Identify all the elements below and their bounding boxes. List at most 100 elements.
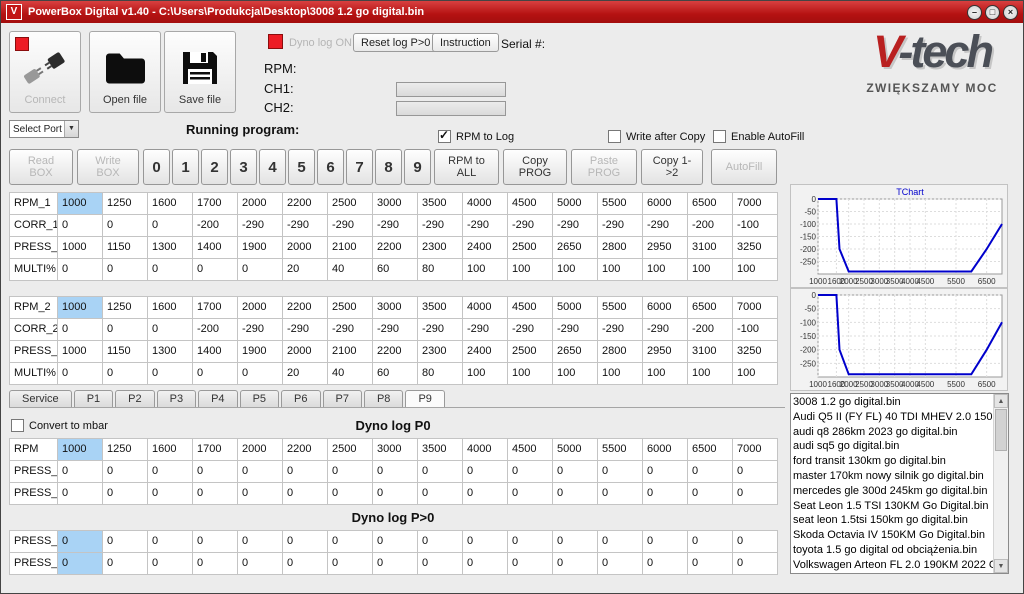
table-cell[interactable]: 0	[103, 553, 148, 575]
program-number-button-1[interactable]: 1	[172, 149, 199, 185]
program-number-button-3[interactable]: 3	[230, 149, 257, 185]
table-cell[interactable]: 2000	[283, 237, 328, 259]
table-cell[interactable]: 0	[148, 319, 193, 341]
table-cell[interactable]: 0	[373, 531, 418, 553]
table-cell[interactable]: 2100	[328, 237, 373, 259]
table-cell[interactable]: 4500	[508, 439, 553, 461]
table-cell[interactable]: 0	[598, 553, 643, 575]
table-cell[interactable]: 0	[418, 483, 463, 505]
table-cell[interactable]: 7000	[733, 193, 778, 215]
table-cell[interactable]: 2200	[283, 297, 328, 319]
save-file-button[interactable]: Save file	[164, 31, 236, 113]
table-cell[interactable]: 0	[283, 461, 328, 483]
table-cell[interactable]: 60	[373, 363, 418, 385]
table-cell[interactable]: 1150	[103, 341, 148, 363]
file-list-item[interactable]: mercedes gle 300d 245km go digital.bin	[793, 484, 993, 499]
program-number-button-5[interactable]: 5	[288, 149, 315, 185]
table-cell[interactable]: 6000	[643, 297, 688, 319]
table-cell[interactable]: 100	[463, 259, 508, 281]
table-cell[interactable]: 20	[283, 259, 328, 281]
table-cell[interactable]: 2300	[418, 341, 463, 363]
table-cell[interactable]: 2400	[463, 341, 508, 363]
table-cell[interactable]: 0	[508, 461, 553, 483]
copy-prog-button[interactable]: Copy PROG	[503, 149, 567, 185]
table-cell[interactable]: 2100	[328, 341, 373, 363]
table-cell[interactable]: 0	[733, 531, 778, 553]
reset-log-button[interactable]: Reset log P>0	[353, 33, 439, 52]
table-cell[interactable]: 0	[148, 531, 193, 553]
file-list-scrollbar[interactable]: ▲ ▼	[993, 394, 1008, 573]
tab-p6[interactable]: P6	[281, 390, 321, 408]
table-cell[interactable]: 0	[58, 531, 103, 553]
table-cell[interactable]: 0	[238, 553, 283, 575]
table-cell[interactable]: 0	[58, 461, 103, 483]
file-list-item[interactable]: toyota 1.5 go digital od obciążenia.bin	[793, 543, 993, 558]
table-cell[interactable]: 5500	[598, 193, 643, 215]
table-cell[interactable]: 3250	[733, 341, 778, 363]
table-cell[interactable]: 1250	[103, 193, 148, 215]
table-cell[interactable]: 2800	[598, 341, 643, 363]
table-cell[interactable]: 2300	[418, 237, 463, 259]
table-cell[interactable]: 0	[508, 553, 553, 575]
table-cell[interactable]: 2500	[328, 439, 373, 461]
table-cell[interactable]: 2950	[643, 237, 688, 259]
select-port-dropdown[interactable]: Select Port ▼	[9, 120, 79, 138]
table-cell[interactable]: 2500	[508, 341, 553, 363]
table-cell[interactable]: 0	[193, 553, 238, 575]
table-cell[interactable]: -290	[643, 215, 688, 237]
table-cell[interactable]: -290	[598, 215, 643, 237]
table-cell[interactable]: -290	[508, 319, 553, 341]
program-number-button-6[interactable]: 6	[317, 149, 344, 185]
table-cell[interactable]: 100	[463, 363, 508, 385]
file-list-item[interactable]: Volkswagen Arteon FL 2.0 190KM 2022 Go D…	[793, 558, 993, 572]
table-cell[interactable]: 0	[508, 483, 553, 505]
table-cell[interactable]: 2000	[238, 297, 283, 319]
table-cell[interactable]: 0	[463, 531, 508, 553]
file-list-item[interactable]: Skoda Octavia IV 150KM Go Digital.bin	[793, 528, 993, 543]
scrollbar-thumb[interactable]	[995, 409, 1007, 451]
instruction-button[interactable]: Instruction	[432, 33, 499, 52]
table-cell[interactable]: 0	[598, 483, 643, 505]
connect-button[interactable]: Connect	[9, 31, 81, 113]
table-cell[interactable]: 1000	[58, 297, 103, 319]
table-cell[interactable]: 4000	[463, 439, 508, 461]
table-cell[interactable]: 6500	[688, 297, 733, 319]
table-cell[interactable]: 0	[283, 553, 328, 575]
table-cell[interactable]: 0	[328, 483, 373, 505]
tab-p3[interactable]: P3	[156, 390, 197, 408]
autofill-button[interactable]: AutoFill	[711, 149, 777, 185]
table-cell[interactable]: 0	[148, 363, 193, 385]
table-cell[interactable]: 5000	[553, 439, 598, 461]
table-cell[interactable]: 0	[733, 553, 778, 575]
table-cell[interactable]: 3000	[373, 193, 418, 215]
file-list-item[interactable]: master 170km nowy silnik go digital.bin	[793, 469, 993, 484]
tab-p1[interactable]: P1	[73, 390, 114, 408]
table-cell[interactable]: 7000	[733, 439, 778, 461]
table-cell[interactable]: -290	[373, 319, 418, 341]
table-cell[interactable]: 6500	[688, 439, 733, 461]
table-cell[interactable]: 2000	[238, 193, 283, 215]
table-cell[interactable]: 0	[103, 259, 148, 281]
table-cell[interactable]: 2200	[283, 439, 328, 461]
minimize-button[interactable]: –	[967, 4, 982, 20]
table-cell[interactable]: 0	[598, 461, 643, 483]
table-cell[interactable]: 20	[283, 363, 328, 385]
table-cell[interactable]: -100	[733, 319, 778, 341]
close-button[interactable]: ×	[1003, 4, 1018, 20]
scroll-down-icon[interactable]: ▼	[994, 559, 1008, 573]
maximize-button[interactable]: □	[985, 4, 1000, 20]
table-cell[interactable]: 2000	[283, 341, 328, 363]
scroll-up-icon[interactable]: ▲	[994, 394, 1008, 408]
table-cell[interactable]: 2950	[643, 341, 688, 363]
table-cell[interactable]: 0	[688, 461, 733, 483]
table-cell[interactable]: 2500	[328, 193, 373, 215]
table-cell[interactable]: 0	[643, 483, 688, 505]
table-cell[interactable]: 0	[643, 553, 688, 575]
table-cell[interactable]: 0	[373, 483, 418, 505]
table-cell[interactable]: -290	[553, 215, 598, 237]
table-cell[interactable]: 0	[688, 483, 733, 505]
table-cell[interactable]: 0	[58, 259, 103, 281]
table-cell[interactable]: -290	[463, 319, 508, 341]
file-list-item[interactable]: ford transit 130km go digital.bin	[793, 454, 993, 469]
file-list-item[interactable]: Audi Q5 II (FY FL) 40 TDI MHEV 2.0 150kW…	[793, 410, 993, 425]
